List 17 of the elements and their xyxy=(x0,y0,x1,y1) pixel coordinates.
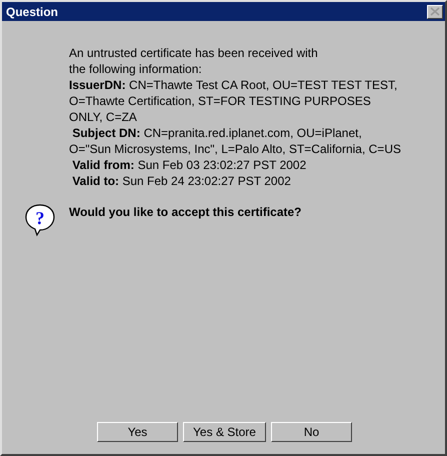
question-text: Would you like to accept this certificate? xyxy=(69,205,302,219)
message-line: Valid to: Sun Feb 24 23:02:27 PST 2002 xyxy=(71,173,292,189)
message-line: O=Thawte Certification, ST=FOR TESTING PURPOSES xyxy=(69,93,372,109)
close-icon xyxy=(430,7,440,16)
message-line: O="Sun Microsystems, Inc", L=Palo Alto, ST=California, C=US xyxy=(69,141,402,157)
message-line: Valid from: Sun Feb 03 23:02:27 PST 2002 xyxy=(71,157,308,173)
window-title: Question xyxy=(6,4,58,18)
close-button[interactable] xyxy=(427,4,443,18)
message-line: ONLY, C=ZA xyxy=(69,109,138,125)
message-line: Subject DN: CN=pranita.red.iplanet.com, OU=iPlanet, xyxy=(71,125,363,141)
message-line: IssuerDN: CN=Thawte Test CA Root, OU=TEST TEST TEST, xyxy=(69,77,398,93)
dialog-button[interactable]: Yes xyxy=(97,422,178,442)
dialog-button[interactable]: No xyxy=(271,422,352,442)
message-line: the following information: xyxy=(69,61,203,77)
dialog-button[interactable]: Yes & Store xyxy=(183,422,266,442)
question-icon: ? xyxy=(24,203,56,237)
message-line: An untrusted certificate has been received with xyxy=(69,45,319,61)
